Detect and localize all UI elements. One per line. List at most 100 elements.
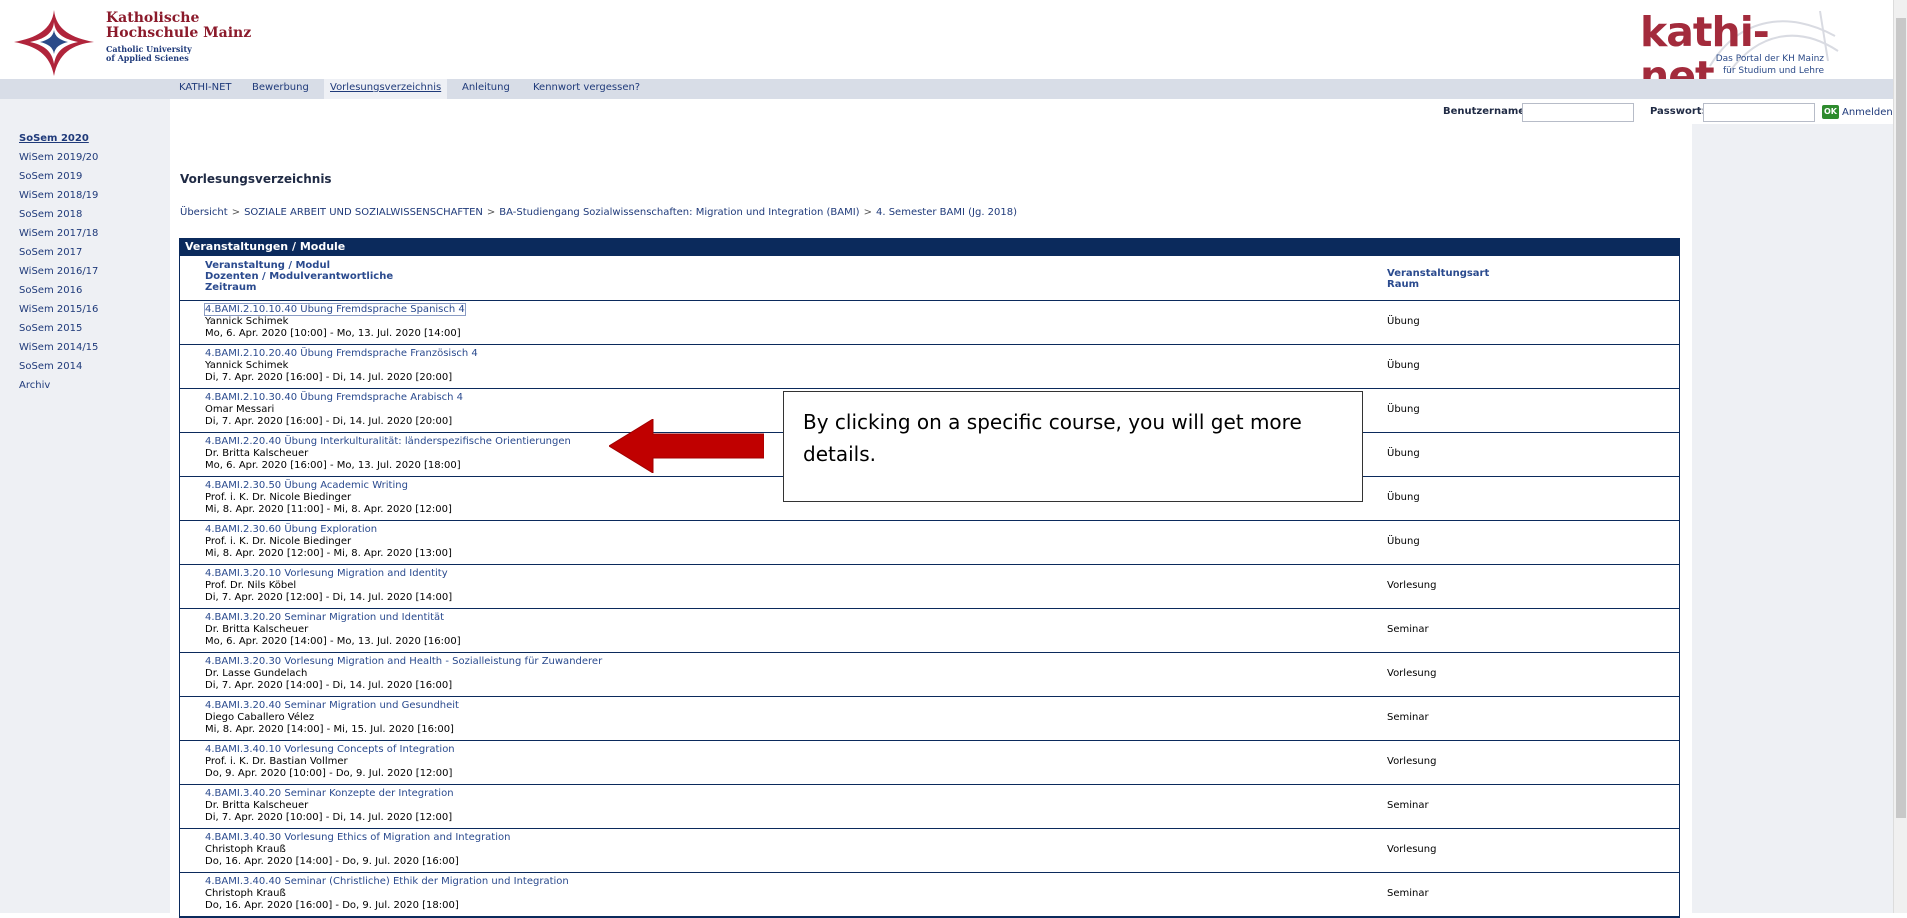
table-row: 4.BAMI.2.10.10.40 Übung Fremdsprache Spa… [180,301,1679,345]
semester-item[interactable]: WiSem 2017/18 [19,224,98,243]
course-link[interactable]: 4.BAMI.3.40.40 Seminar (Christliche) Eth… [205,876,569,887]
table-row: 4.BAMI.2.30.60 Übung Exploration Prof. i… [180,521,1679,565]
course-type: Seminar [1387,888,1429,899]
breadcrumb-semester[interactable]: 4. Semester BAMI (Jg. 2018) [876,207,1017,218]
semester-item[interactable]: WiSem 2015/16 [19,300,98,319]
course-table: Veranstaltungen / Module Veranstaltung /… [179,238,1680,918]
course-period: Di, 7. Apr. 2020 [12:00] - Di, 14. Jul. … [205,592,453,603]
ok-button[interactable]: OK [1822,105,1839,119]
breadcrumb-separator: > [486,207,496,218]
breadcrumb-separator: > [863,207,872,218]
course-period: Do, 16. Apr. 2020 [14:00] - Do, 9. Jul. … [205,856,459,867]
table-row: 4.BAMI.3.40.20 Seminar Konzepte der Inte… [180,785,1679,829]
course-type: Übung [1387,492,1420,503]
nav-kathi-net[interactable]: KATHI-NET [179,82,232,93]
table-row: 4.BAMI.3.40.10 Vorlesung Concepts of Int… [180,741,1679,785]
semester-item[interactable]: SoSem 2020 [19,129,98,148]
semester-item[interactable]: SoSem 2014 [19,357,98,376]
breadcrumb-program[interactable]: BA-Studiengang Sozialwissenschaften: Mig… [499,207,859,218]
semester-item[interactable]: WiSem 2018/19 [19,186,98,205]
course-link[interactable]: 4.BAMI.2.10.20.40 Übung Fremdsprache Fra… [205,348,478,359]
course-link[interactable]: 4.BAMI.3.20.10 Vorlesung Migration and I… [205,568,448,579]
column-header-type: Veranstaltungsart [1387,268,1490,279]
course-lecturer: Dr. Britta Kalscheuer [205,800,309,811]
course-link[interactable]: 4.BAMI.3.20.40 Seminar Migration und Ges… [205,700,459,711]
course-period: Di, 7. Apr. 2020 [16:00] - Di, 14. Jul. … [205,416,453,427]
nav-bewerbung[interactable]: Bewerbung [252,82,309,93]
semester-item[interactable]: WiSem 2019/20 [19,148,98,167]
course-type: Übung [1387,404,1420,415]
course-type: Übung [1387,316,1420,327]
column-header-period: Zeitraum [205,282,257,293]
semester-item[interactable]: SoSem 2018 [19,205,98,224]
course-type: Übung [1387,360,1420,371]
scrollbar-thumb[interactable] [1896,18,1906,818]
table-row: 4.BAMI.3.20.20 Seminar Migration und Ide… [180,609,1679,653]
course-link[interactable]: 4.BAMI.3.20.20 Seminar Migration und Ide… [205,612,444,623]
column-header-room: Raum [1387,279,1419,290]
table-column-headers: Veranstaltung / Modul Dozenten / Modulve… [180,256,1679,301]
table-row: 4.BAMI.2.10.20.40 Übung Fremdsprache Fra… [180,345,1679,389]
archive-link[interactable]: Archiv [19,376,98,395]
semester-item[interactable]: SoSem 2015 [19,319,98,338]
course-period: Di, 7. Apr. 2020 [14:00] - Di, 14. Jul. … [205,680,453,691]
nav-vorlesungsverzeichnis[interactable]: Vorlesungsverzeichnis [324,79,448,99]
left-arrow-icon [609,419,764,473]
course-lecturer: Prof. i. K. Dr. Bastian Vollmer [205,756,348,767]
login-bar: Benutzername: Passwort: OK Anmelden [0,102,1893,124]
university-line-1: Katholische [106,10,200,26]
course-lecturer: Yannick Schimek [205,316,289,327]
course-type: Seminar [1387,712,1429,723]
course-link[interactable]: 4.BAMI.3.40.10 Vorlesung Concepts of Int… [205,744,455,755]
nav-anleitung[interactable]: Anleitung [462,82,510,93]
course-period: Mo, 6. Apr. 2020 [16:00] - Mo, 13. Jul. … [205,460,461,471]
vertical-scrollbar[interactable] [1893,0,1907,913]
course-lecturer: Diego Caballero Vélez [205,712,315,723]
table-row: 4.BAMI.3.40.40 Seminar (Christliche) Eth… [180,873,1679,917]
password-label: Passwort: [1650,106,1706,117]
semester-item[interactable]: WiSem 2014/15 [19,338,98,357]
column-header-lecturers: Dozenten / Modulverantwortliche [205,271,394,282]
course-lecturer: Prof. Dr. Nils Köbel [205,580,297,591]
course-period: Mi, 8. Apr. 2020 [14:00] - Mi, 15. Jul. … [205,724,454,735]
nav-kennwort-vergessen[interactable]: Kennwort vergessen? [533,82,640,93]
login-link[interactable]: Anmelden [1842,107,1893,118]
course-lecturer: Prof. i. K. Dr. Nicole Biedinger [205,492,352,503]
brand-subtitle-1: Das Portal der KH Mainz [1715,54,1824,64]
semester-item[interactable]: WiSem 2016/17 [19,262,98,281]
university-name[interactable]: Katholische Hochschule Mainz Catholic Un… [106,11,251,63]
semester-item[interactable]: SoSem 2019 [19,167,98,186]
kathi-net-logo[interactable]: kathi-net Das Portal der KH Mainz für St… [1640,6,1840,98]
course-link[interactable]: 4.BAMI.2.10.30.40 Übung Fremdsprache Ara… [205,392,463,403]
semester-item[interactable]: SoSem 2016 [19,281,98,300]
course-period: Mi, 8. Apr. 2020 [11:00] - Mi, 8. Apr. 2… [205,504,452,515]
course-link[interactable]: 4.BAMI.3.40.30 Vorlesung Ethics of Migra… [205,832,510,843]
course-type: Vorlesung [1387,580,1437,591]
course-period: Mo, 6. Apr. 2020 [10:00] - Mo, 13. Jul. … [205,328,461,339]
course-type: Übung [1387,536,1420,547]
breadcrumb-faculty[interactable]: SOZIALE ARBEIT UND SOZIALWISSENSCHAFTEN [244,207,483,218]
semester-item[interactable]: SoSem 2017 [19,243,98,262]
username-input[interactable] [1522,103,1634,122]
course-lecturer: Prof. i. K. Dr. Nicole Biedinger [205,536,352,547]
course-link[interactable]: 4.BAMI.2.20.40 Übung Interkulturalität: … [205,436,571,447]
course-period: Di, 7. Apr. 2020 [10:00] - Di, 14. Jul. … [205,812,453,823]
course-link[interactable]: 4.BAMI.2.10.10.40 Übung Fremdsprache Spa… [204,303,466,316]
university-logo[interactable] [12,8,96,78]
page-title: Vorlesungsverzeichnis [180,172,332,186]
right-panel [1692,124,1893,913]
breadcrumb-overview[interactable]: Übersicht [180,207,228,218]
breadcrumb: Übersicht > SOZIALE ARBEIT UND SOZIALWISSE… [180,207,1017,218]
course-type: Vorlesung [1387,668,1437,679]
course-period: Do, 9. Apr. 2020 [10:00] - Do, 9. Jul. 2… [205,768,453,779]
course-link[interactable]: 4.BAMI.2.30.60 Übung Exploration [205,524,377,535]
course-link[interactable]: 4.BAMI.3.40.20 Seminar Konzepte der Inte… [205,788,454,799]
callout-text: By clicking on a specific course, you wi… [803,410,1302,466]
course-link[interactable]: 4.BAMI.3.20.30 Vorlesung Migration and H… [205,656,602,667]
password-input[interactable] [1703,103,1815,122]
course-lecturer: Omar Messari [205,404,275,415]
table-row: 4.BAMI.3.20.10 Vorlesung Migration and I… [180,565,1679,609]
course-link[interactable]: 4.BAMI.2.30.50 Übung Academic Writing [205,480,408,491]
course-type: Übung [1387,448,1420,459]
course-period: Mo, 6. Apr. 2020 [14:00] - Mo, 13. Jul. … [205,636,461,647]
